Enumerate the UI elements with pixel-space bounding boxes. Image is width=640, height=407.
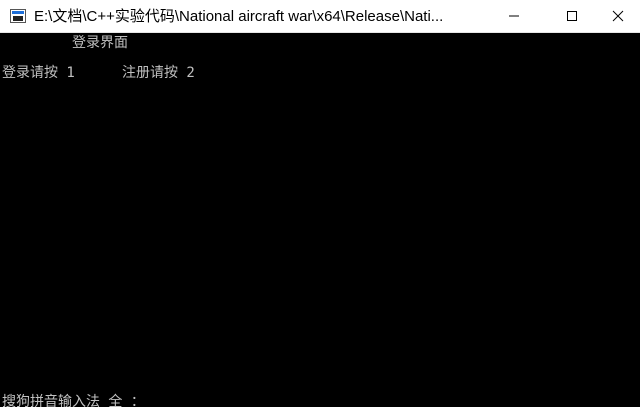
console-output[interactable]: 登录界面 登录请按 1 注册请按 2 搜狗拼音输入法 全 ： [0,33,640,407]
console-app-icon[interactable] [10,9,26,23]
title-bar[interactable]: E:\文档\C++实验代码\National aircraft war\x64\… [0,0,640,33]
minimize-button[interactable] [491,0,537,32]
ime-status-bar: 搜狗拼音输入法 全 ： [2,394,145,407]
close-icon [612,10,624,22]
window-title: E:\文档\C++实验代码\National aircraft war\x64\… [34,8,444,25]
close-button[interactable] [595,0,640,32]
maximize-button[interactable] [549,0,595,32]
register-option: 注册请按 2 [122,65,195,81]
maximize-icon [567,11,577,21]
console-window: E:\文档\C++实验代码\National aircraft war\x64\… [0,0,640,407]
login-option: 登录请按 1 [2,65,75,81]
login-screen-heading: 登录界面 [72,35,128,51]
minimize-icon [509,15,519,17]
